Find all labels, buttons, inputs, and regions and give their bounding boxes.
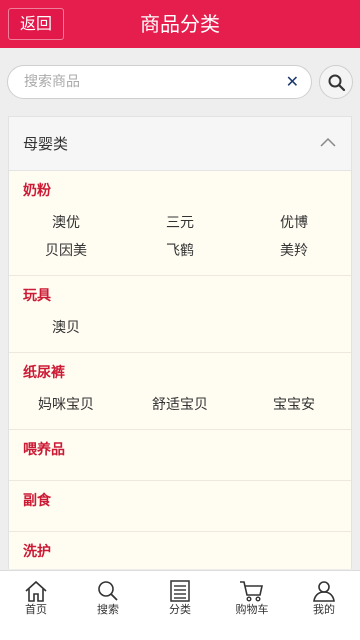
subcategory-title[interactable]: 奶粉 [9,181,351,201]
subcategory-group: 洗护 [9,532,351,569]
tab-label: 搜索 [97,603,119,616]
search-bar: ✕ [0,48,360,114]
brand-list: 澳贝 [9,306,351,342]
brand-link[interactable]: 贝因美 [9,237,123,265]
search-button[interactable] [319,65,353,99]
brand-link[interactable]: 澳贝 [9,314,123,342]
subcategory-list: 奶粉 澳优 三元 优博 贝因美 飞鹤 美羚 玩具 澳贝 纸尿裤 妈咪宝贝 舒适宝贝 宝宝安 喂养品 副食 洗护 [9,171,351,569]
user-icon [313,581,335,602]
category-title: 母婴类 [23,135,69,153]
brand-link[interactable]: 三元 [123,209,237,237]
list-icon [170,580,190,602]
search-icon [328,74,346,92]
brand-link[interactable]: 妈咪宝贝 [9,391,123,419]
home-icon [25,580,47,602]
tab-label: 我的 [313,603,335,616]
tab-label: 购物车 [235,603,269,616]
category-header[interactable]: 母婴类 [9,117,351,171]
subcategory-title[interactable]: 喂养品 [9,440,351,460]
brand-list: 澳优 三元 优博贝因美 飞鹤 美羚 [9,201,351,265]
subcategory-title[interactable]: 洗护 [9,542,351,562]
tab-search[interactable]: 搜索 [72,571,144,640]
search-input[interactable] [24,66,264,98]
cart-icon [240,581,263,602]
subcategory-group: 副食 [9,481,351,532]
brand-list: 妈咪宝贝 舒适宝贝 宝宝安 [9,383,351,419]
subcategory-group: 喂养品 [9,430,351,481]
subcategory-group: 奶粉澳优 三元 优博贝因美 飞鹤 美羚 [9,171,351,276]
subcategory-title[interactable]: 副食 [9,491,351,511]
search-box: ✕ [7,65,312,99]
tab-home[interactable]: 首页 [0,571,72,640]
tab-user[interactable]: 我的 [288,571,360,640]
brand-link[interactable]: 飞鹤 [123,237,237,265]
category-panel: 母婴类 奶粉 澳优 三元 优博 贝因美 飞鹤 美羚 玩具 澳贝 纸尿裤 妈咪宝贝 舒适宝贝 宝宝安 喂养品… [8,116,352,569]
clear-icon[interactable]: ✕ [286,72,299,92]
tab-cart[interactable]: 购物车 [216,571,288,640]
brand-link[interactable]: 宝宝安 [237,391,351,419]
bottom-tab-bar: 首页 搜索 分类 购物车 我的 [0,570,360,640]
subcategory-title[interactable]: 玩具 [9,286,351,306]
brand-link[interactable]: 优博 [237,209,351,237]
chevron-up-icon[interactable] [319,135,337,149]
subcategory-title[interactable]: 纸尿裤 [9,363,351,383]
tab-label: 分类 [169,603,191,616]
brand-link[interactable]: 美羚 [237,237,351,265]
subcategory-group: 玩具 澳贝 [9,276,351,353]
subcategory-group: 纸尿裤 妈咪宝贝 舒适宝贝 宝宝安 [9,353,351,430]
brand-link[interactable]: 澳优 [9,209,123,237]
brand-link[interactable]: 舒适宝贝 [123,391,237,419]
tab-list[interactable]: 分类 [144,571,216,640]
header-bar: 返回 商品分类 [0,0,360,48]
search-icon [98,581,118,601]
page-title: 商品分类 [140,12,220,36]
tab-label: 首页 [25,603,47,616]
